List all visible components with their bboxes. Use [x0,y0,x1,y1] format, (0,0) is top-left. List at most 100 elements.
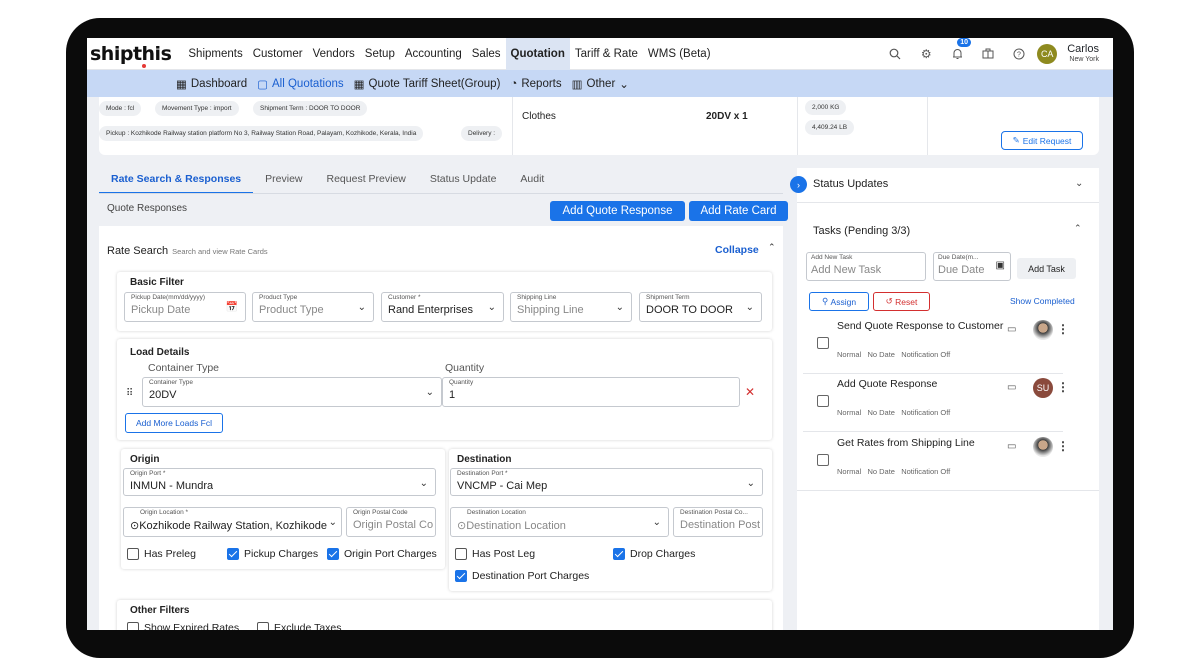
search-icon[interactable] [883,42,907,66]
container-type-col: Container Type [148,362,220,374]
subnav-other[interactable]: ▥ Other ⌄ [572,77,629,91]
product-type-label: Product Type [259,294,298,301]
tab-audit[interactable]: Audit [508,170,556,194]
add-rate-card-button[interactable]: Add Rate Card [689,201,788,221]
expand-arrow-icon[interactable]: › [790,176,807,193]
nav-quotation[interactable]: Quotation [505,38,570,70]
bell-icon[interactable]: 10 [945,38,971,66]
other-filters-title: Other Filters [130,605,190,616]
avatar[interactable] [1033,320,1053,340]
pickup-date-field[interactable]: Pickup Date(mm/dd/yyyy) Pickup Date 📅 [124,292,246,322]
nav-wms[interactable]: WMS (Beta) [643,38,716,70]
show-completed-link[interactable]: Show Completed [1010,296,1075,306]
collapse-link[interactable]: Collapse [715,244,759,256]
calendar-icon[interactable]: ▣ [996,260,1005,271]
destination-postal-field[interactable]: Destination Postal Co... Destination Pos… [673,507,763,537]
add-quote-response-button[interactable]: Add Quote Response [550,201,685,221]
show-expired-checkbox[interactable]: Show Expired Rates [127,622,239,630]
help-icon[interactable]: ? [1007,42,1031,66]
pickup-charges-label: Pickup Charges [244,548,319,560]
logo[interactable]: shipthis [90,43,172,68]
pickup-charges-checkbox[interactable]: Pickup Charges [227,548,318,560]
has-post-leg-checkbox[interactable]: Has Post Leg [455,548,535,560]
subnav-all-quotations[interactable]: ▢ All Quotations [257,77,343,91]
destination-location-placeholder: Destination Location [466,520,566,532]
nav-vendors[interactable]: Vendors [308,38,360,70]
origin-postal-field[interactable]: Origin Postal Code Origin Postal Code [346,507,436,537]
edit-request-button[interactable]: ✎ Edit Request [1001,131,1083,150]
destination-location-select[interactable]: Destination Location ⊙Destination Locati… [450,507,669,537]
user-info[interactable]: Carlos New York [1067,43,1099,63]
status-updates-title[interactable]: Status Updates [813,178,888,190]
assign-button[interactable]: ⚲ Assign [809,292,869,311]
nav-tariff-rate[interactable]: Tariff & Rate [570,38,643,70]
delivery-chip: Delivery : [461,126,503,141]
due-date-field[interactable]: Due Date(m... Due Date ▣ [933,252,1011,281]
container-type-label: Container Type [149,379,193,386]
tab-rate-search[interactable]: Rate Search & Responses [99,170,254,194]
more-options-icon[interactable]: ⋮ [1057,439,1069,453]
add-more-loads-button[interactable]: Add More Loads Fcl [125,413,223,433]
checkbox-checked-icon [613,548,625,560]
settings-icon[interactable]: ⚙ [914,42,938,66]
comment-icon[interactable]: ▭ [1007,324,1016,335]
task-item[interactable]: Send Quote Response to Customer Normal N… [807,320,1071,370]
reset-button[interactable]: ↺ Reset [873,292,930,311]
comment-icon[interactable]: ▭ [1007,382,1016,393]
product-type-select[interactable]: Product Type Product Type ⌄ [252,292,374,322]
tab-request-preview[interactable]: Request Preview [315,170,418,194]
nav-accounting[interactable]: Accounting [400,38,467,70]
comment-icon[interactable]: ▭ [1007,441,1016,452]
user-location: New York [1069,55,1099,63]
origin-location-select[interactable]: Origin Location * ⊙Kozhikode Railway Sta… [123,507,342,537]
subnav-dashboard[interactable]: ▦ Dashboard [176,77,247,91]
origin-port-select[interactable]: Origin Port * INMUN - Mundra ⌄ [123,468,436,496]
origin-location-text: Kozhikode Railway Station, Kozhikode Ra [139,520,328,532]
shipment-term-select[interactable]: Shipment Term DOOR TO DOOR ⌄ [639,292,762,322]
has-preleg-checkbox[interactable]: Has Preleg [127,548,196,560]
drag-handle-icon[interactable]: ⠿ [126,388,133,399]
task-title: Send Quote Response to Customer [837,320,1004,332]
building-icon[interactable] [976,42,1000,66]
destination-port-charges-checkbox[interactable]: Destination Port Charges [455,570,589,582]
assign-label: Assign [830,296,857,307]
subnav-reports[interactable]: ◔ Reports [510,78,561,90]
nav-shipments[interactable]: Shipments [183,38,247,70]
add-task-button[interactable]: Add Task [1017,258,1076,279]
chevron-up-icon[interactable]: ⌃ [768,242,776,253]
customer-select[interactable]: Customer * Rand Enterprises ⌄ [381,292,504,322]
remove-load-icon[interactable]: ✕ [745,385,755,399]
nav-sales[interactable]: Sales [467,38,506,70]
avatar[interactable]: SU [1033,378,1053,398]
drop-charges-checkbox[interactable]: Drop Charges [613,548,695,560]
origin-port-charges-checkbox[interactable]: Origin Port Charges [327,548,437,560]
task-item[interactable]: Add Quote Response Normal No Date Notifi… [807,378,1071,428]
divider [797,202,1099,203]
new-task-input[interactable]: Add New Task Add New Task [806,252,926,281]
shipping-line-select[interactable]: Shipping Line Shipping Line ⌄ [510,292,632,322]
subnav-tariff-sheet[interactable]: ▦ Quote Tariff Sheet(Group) [354,77,501,91]
nav-customer[interactable]: Customer [248,38,308,70]
destination-port-select[interactable]: Destination Port * VNCMP - Cai Mep ⌄ [450,468,763,496]
quantity-field[interactable]: Quantity 1 [442,377,740,407]
more-options-icon[interactable]: ⋮ [1057,322,1069,336]
task-checkbox[interactable] [817,454,829,466]
task-checkbox[interactable] [817,395,829,407]
container-type-select[interactable]: Container Type 20DV ⌄ [142,377,442,407]
chevron-down-icon: ⌄ [328,517,337,528]
pencil-icon: ✎ [1012,135,1020,145]
user-avatar[interactable]: CA [1037,43,1058,64]
chevron-down-icon: ⌄ [619,78,629,91]
drop-charges-label: Drop Charges [630,548,696,560]
task-checkbox[interactable] [817,337,829,349]
exclude-taxes-checkbox[interactable]: Exclude Taxes [257,622,342,630]
task-item[interactable]: Get Rates from Shipping Line Normal No D… [807,437,1071,487]
chevron-down-icon[interactable]: ⌄ [1075,178,1083,189]
nav-setup[interactable]: Setup [360,38,400,70]
more-options-icon[interactable]: ⋮ [1057,380,1069,394]
chevron-up-icon[interactable]: ⌃ [1074,223,1082,234]
calendar-icon[interactable]: 📅 [226,302,238,313]
tab-preview[interactable]: Preview [253,170,314,194]
avatar[interactable] [1033,437,1053,457]
tab-status-update[interactable]: Status Update [418,170,509,194]
